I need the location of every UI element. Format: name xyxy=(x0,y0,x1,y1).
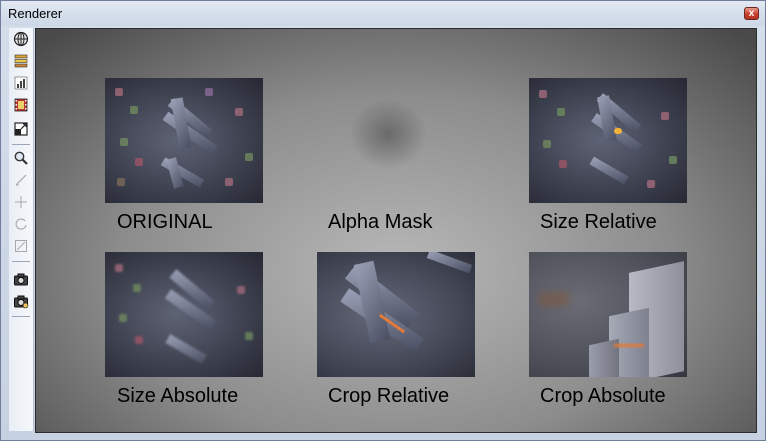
render-thumbnail[interactable] xyxy=(105,78,263,203)
render-thumbnail[interactable] xyxy=(317,252,475,377)
globe-icon[interactable] xyxy=(12,30,30,48)
pencil-icon[interactable] xyxy=(12,171,30,189)
toolbar-separator xyxy=(12,261,30,262)
toolbar-separator xyxy=(12,316,30,317)
film-icon[interactable] xyxy=(12,96,30,114)
render-thumbnail[interactable] xyxy=(317,78,475,203)
move-icon[interactable] xyxy=(12,193,30,211)
title-bar[interactable]: Renderer x xyxy=(1,1,765,26)
tile-label: ORIGINAL xyxy=(117,211,213,233)
render-image xyxy=(105,78,263,203)
render-image xyxy=(317,78,475,203)
tile-label: Crop Relative xyxy=(328,385,450,407)
tile-label: Crop Absolute xyxy=(540,385,666,407)
scale-icon[interactable] xyxy=(12,237,30,255)
render-image xyxy=(529,78,687,203)
layers-icon[interactable] xyxy=(12,52,30,70)
render-thumbnail[interactable] xyxy=(529,252,687,377)
render-viewport[interactable]: ORIGINAL Alpha Mask Size Relative Size A… xyxy=(35,28,757,433)
render-image xyxy=(317,252,475,377)
render-image xyxy=(105,252,263,377)
rotate-icon[interactable] xyxy=(12,215,30,233)
window-title: Renderer xyxy=(8,6,63,21)
toolbar-separator xyxy=(12,144,30,145)
tile-label: Alpha Mask xyxy=(328,211,433,233)
render-thumbnail[interactable] xyxy=(105,252,263,377)
render-thumbnail[interactable] xyxy=(529,78,687,203)
histogram-icon[interactable] xyxy=(12,74,30,92)
zoom-icon[interactable] xyxy=(12,149,30,167)
vertical-toolbar xyxy=(9,28,34,431)
close-button[interactable]: x xyxy=(744,7,759,20)
tile-label: Size Absolute xyxy=(117,385,239,407)
fit-window-icon[interactable] xyxy=(12,120,30,138)
render-image xyxy=(529,252,687,377)
camera-settings-icon[interactable] xyxy=(12,292,30,310)
tile-label: Size Relative xyxy=(540,211,657,233)
camera-icon[interactable] xyxy=(12,270,30,288)
renderer-window: Renderer x ORIGINAL Alpha Mask Size Rela… xyxy=(0,0,766,441)
